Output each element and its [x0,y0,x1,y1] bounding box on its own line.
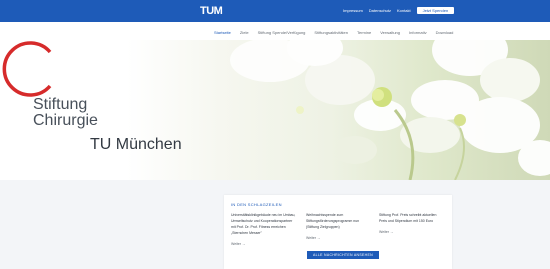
nav-item-startseite[interactable]: Startseite [214,30,231,35]
hero-title-line2: Chirurgie [33,112,98,129]
nav-item-termine[interactable]: Termine [357,30,371,35]
news-more-label[interactable]: Weiter [231,242,241,246]
news-more-label[interactable]: Weiter [306,236,316,240]
news-item: Stiftung Prof. Preis schreibt aktuellen … [379,212,445,235]
donate-button[interactable]: Jetzt Spenden [416,7,455,14]
news-more-link[interactable]: Weiter → [231,241,297,247]
news-item-text[interactable]: Universitätsklinikgebäude neu im Umbau, … [231,212,297,236]
nav-item-informativ[interactable]: Informativ [409,30,427,35]
hero-subtitle: TU München [90,136,182,153]
kontakt-link[interactable]: Kontakt [397,8,411,13]
hero-title-line1: Stiftung [33,96,88,113]
stiftung-logo-ring [2,41,52,97]
news-item-text[interactable]: Stiftung Prof. Preis schreibt aktuellen … [379,212,445,224]
news-card: IN DEN SCHLAGZEILEN Universitätsklinikge… [224,195,452,269]
all-news-button[interactable]: ALLE NACHRICHTEN ANSEHEN [307,251,379,259]
hero-title: Stiftung Chirurgie [33,97,98,129]
nav-item-download[interactable]: Download [436,30,454,35]
news-item: Weihnachtsspende zum Stiftungsförderungs… [306,212,372,241]
nav-item-verwaltung[interactable]: Verwaltung [380,30,400,35]
news-more-link[interactable]: Weiter → [306,235,372,241]
nav-item-ziele[interactable]: Ziele [240,30,249,35]
tum-logo[interactable]: TUM [200,5,223,17]
impressum-link[interactable]: Impressum [343,8,363,13]
top-header-bar: TUM Impressum Datenschutz Kontakt Jetzt … [0,0,550,22]
news-item: Universitätsklinikgebäude neu im Umbau, … [231,212,297,247]
nav-item-aktivitaeten[interactable]: Stiftungsaktivitäten [314,30,348,35]
news-item-text[interactable]: Weihnachtsspende zum Stiftungsförderungs… [306,212,372,230]
nav-item-spende[interactable]: Stiftung Spende/Verfügung [258,30,306,35]
news-more-link[interactable]: Weiter → [379,229,445,235]
header-links: Impressum Datenschutz Kontakt Jetzt Spen… [343,7,455,14]
news-more-label[interactable]: Weiter [379,230,389,234]
hero-banner: Stiftung Chirurgie TU München [0,40,550,180]
main-navigation: Startseite Ziele Stiftung Spende/Verfügu… [0,22,550,41]
datenschutz-link[interactable]: Datenschutz [369,8,391,13]
news-heading: IN DEN SCHLAGZEILEN [231,202,282,207]
